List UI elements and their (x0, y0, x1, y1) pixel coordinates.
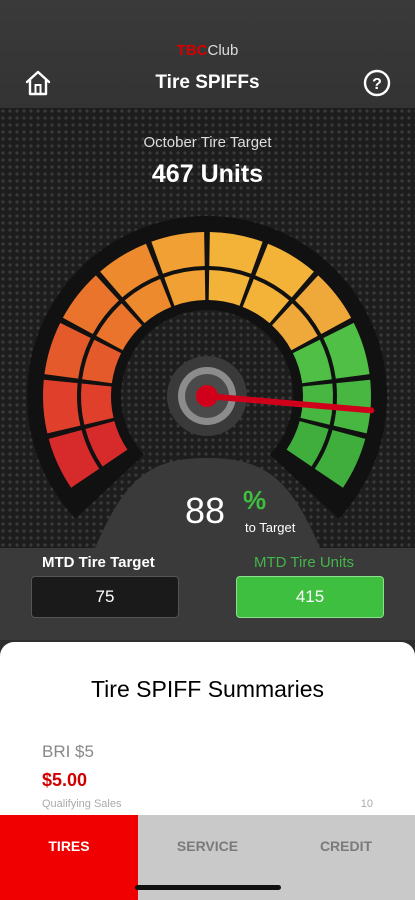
page-title: Tire SPIFFs (155, 72, 260, 93)
help-icon[interactable]: ? (362, 68, 392, 98)
summary-sheet[interactable]: Tire SPIFF Summaries BRI $5 $5.00 Qualif… (0, 642, 415, 822)
mtd-panel: MTD Tire Target MTD Tire Units 75 415 (0, 548, 415, 640)
brand-logo: TBCClub (0, 42, 415, 59)
brand-prefix: TBC (176, 42, 208, 59)
mtd-target-value: 75 (31, 576, 179, 618)
tab-tires[interactable]: TIRES (0, 815, 138, 900)
spiff-item-amount: $5.00 (42, 770, 88, 790)
percent-caption: to Target (245, 520, 296, 535)
needle-cap (196, 385, 218, 407)
percent-sign: % (243, 485, 267, 515)
brand-suffix: Club (207, 42, 239, 59)
tab-credit[interactable]: CREDIT (277, 815, 415, 900)
home-indicator (135, 885, 281, 890)
tire-target-gauge (27, 216, 387, 548)
svg-text:?: ? (372, 76, 382, 93)
mtd-units-label: MTD Tire Units (254, 554, 355, 571)
mtd-target-label: MTD Tire Target (42, 554, 155, 571)
percent-value: 88 (185, 490, 226, 531)
qualifying-sales-value: 10 (360, 798, 373, 810)
gauge-inner-segment (81, 383, 114, 425)
qualifying-sales-label: Qualifying Sales (42, 798, 122, 810)
mtd-units-value: 415 (236, 576, 384, 618)
gauge-outer-segment (43, 379, 81, 434)
summary-title: Tire SPIFF Summaries (90, 676, 324, 702)
app-header: TBCClub Tire SPIFFs ? (0, 0, 415, 108)
spiff-item-name: BRI $5 (42, 742, 94, 761)
